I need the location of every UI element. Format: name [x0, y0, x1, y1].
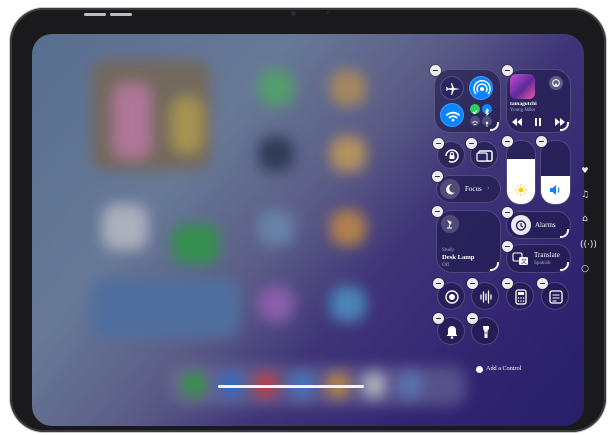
remove-control-button[interactable]	[430, 65, 441, 76]
volume-icon	[546, 183, 564, 197]
remove-control-button[interactable]	[537, 278, 548, 289]
vpn-icon	[472, 121, 478, 126]
remove-control-button[interactable]	[466, 138, 477, 149]
airplay-icon	[552, 79, 560, 87]
album-art-icon	[510, 74, 535, 99]
pause-icon	[535, 118, 541, 126]
translate-label: Translate	[534, 251, 560, 259]
signal-icon[interactable]: ((·))	[580, 240, 597, 250]
translate-icon: 文	[512, 251, 530, 267]
remove-control-button[interactable]	[502, 65, 513, 76]
lamp-state: Off	[442, 262, 450, 268]
add-control-label: Add a Control	[486, 365, 522, 372]
add-control-button[interactable]: Add a Control	[476, 365, 536, 378]
rewind-icon	[512, 118, 522, 126]
chevron-icon: ›	[487, 184, 490, 192]
music-note-icon[interactable]: ♫	[580, 190, 590, 200]
remove-control-button[interactable]	[502, 136, 513, 147]
power-button	[110, 13, 132, 16]
front-camera	[291, 11, 296, 16]
airplane-mode-button[interactable]	[440, 76, 464, 100]
brightness-icon	[512, 183, 530, 197]
bluetooth-button[interactable]	[482, 104, 492, 117]
lamp-icon	[441, 215, 459, 233]
plus-icon	[476, 366, 483, 378]
cellular-button[interactable]	[470, 104, 480, 115]
ring-icon[interactable]: ○	[580, 264, 590, 274]
rewind-button[interactable]	[511, 117, 523, 127]
alarms-label: Alarms	[535, 221, 556, 229]
airdrop-button[interactable]	[469, 76, 493, 100]
airplane-icon	[446, 83, 460, 95]
remove-control-button[interactable]	[433, 313, 444, 324]
alarm-icon	[511, 215, 531, 235]
airplay-button[interactable]	[549, 76, 563, 90]
remove-control-button[interactable]	[432, 206, 443, 217]
remove-control-button[interactable]	[536, 136, 547, 147]
remove-control-button[interactable]	[433, 278, 444, 289]
remove-control-button[interactable]	[502, 207, 513, 218]
remove-control-button[interactable]	[433, 138, 444, 149]
lamp-room: Study	[442, 247, 455, 253]
focus-label: Focus	[465, 185, 482, 193]
remove-control-button[interactable]	[502, 241, 513, 252]
front-sensor	[326, 11, 329, 14]
lamp-name: Desk Lamp	[442, 254, 475, 261]
brightness-fill	[507, 158, 535, 204]
song-artist: Young Miko	[510, 108, 536, 113]
volume-button	[84, 13, 106, 16]
translate-language: Spanish	[534, 260, 551, 266]
wifi-icon	[446, 111, 460, 122]
svg-text:文: 文	[521, 258, 527, 266]
song-title: tamagotchi	[510, 101, 537, 107]
home-icon[interactable]: ⌂	[580, 214, 590, 224]
remove-control-button[interactable]	[467, 278, 478, 289]
remove-control-button[interactable]	[432, 171, 443, 182]
vpn-button[interactable]	[470, 116, 480, 126]
remove-control-button[interactable]	[467, 313, 478, 324]
pause-button[interactable]	[533, 117, 543, 127]
airdrop-icon	[473, 79, 491, 95]
remove-control-button[interactable]	[502, 278, 513, 289]
home-indicator[interactable]	[218, 385, 364, 388]
moon-icon	[440, 179, 460, 199]
wifi-button[interactable]	[440, 103, 464, 127]
heart-icon[interactable]: ♥	[580, 166, 590, 175]
